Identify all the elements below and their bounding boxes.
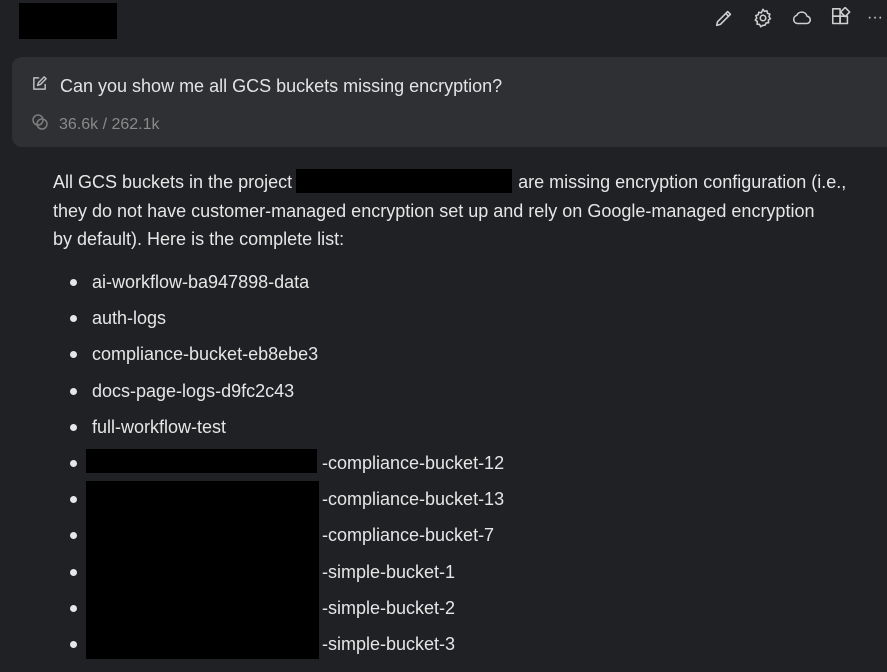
- bucket-name: full-workflow-test: [92, 416, 227, 437]
- answer-line2: they do not have customer-managed encryp…: [53, 200, 815, 221]
- list-item: ai-workflow-ba947898-data: [70, 264, 504, 300]
- bullet: [70, 459, 77, 467]
- answer-line1-before: All GCS buckets in the project: [53, 172, 293, 192]
- answer-line1-after: are missing encryption configuration (i.…: [518, 172, 847, 192]
- bullet: [70, 279, 77, 286]
- redacted-project-id: [296, 169, 513, 193]
- token-count: 36.6k / 262.1k: [59, 115, 160, 133]
- widgets-icon[interactable]: [829, 6, 853, 30]
- bullet: [70, 496, 77, 504]
- bullet: [70, 315, 77, 323]
- answer-line3: by default). Here is the complete list:: [53, 229, 345, 249]
- prompt-card[interactable]: Can you show me all GCS buckets missing …: [12, 57, 887, 147]
- bucket-name: -compliance-bucket-7: [322, 525, 495, 546]
- list-item: auth-logs: [70, 300, 504, 336]
- cloud-icon[interactable]: [790, 6, 814, 30]
- bucket-name: docs-page-logs-d9fc2c43: [92, 380, 295, 401]
- bullet: [70, 423, 77, 431]
- list-item: compliance-bucket-eb8ebe3: [70, 336, 504, 372]
- redacted-title: [19, 3, 117, 39]
- bucket-name: compliance-bucket-eb8ebe3: [92, 344, 319, 365]
- more-label: ···: [867, 9, 883, 26]
- bucket-name: ai-workflow-ba947898-data: [92, 272, 310, 292]
- bullet: [70, 532, 77, 540]
- bucket-name: -simple-bucket-1: [322, 561, 456, 582]
- bucket-name: auth-logs: [92, 308, 167, 329]
- bullet: [70, 640, 77, 648]
- bucket-name: -compliance-bucket-13: [322, 489, 505, 510]
- list-item: full-workflow-test: [70, 409, 504, 445]
- tokens-icon: [31, 113, 49, 136]
- bucket-name: -simple-bucket-3: [322, 633, 456, 654]
- prompt-text: Can you show me all GCS buckets missing …: [60, 75, 503, 96]
- redacted-prefix-1: [86, 449, 317, 473]
- more-icon[interactable]: ···: [867, 6, 883, 30]
- bullet: [70, 604, 77, 612]
- list-item: docs-page-logs-d9fc2c43: [70, 373, 504, 409]
- edit-icon[interactable]: [31, 75, 48, 97]
- edit-pencil-icon[interactable]: [712, 6, 736, 30]
- toolbar: ···: [712, 6, 883, 30]
- bullet: [70, 387, 77, 395]
- bullet: [70, 351, 77, 359]
- bucket-name: -compliance-bucket-12: [322, 452, 505, 473]
- gear-icon[interactable]: [751, 6, 775, 30]
- redacted-prefix-block: [86, 481, 319, 659]
- bucket-name: -simple-bucket-2: [322, 597, 456, 618]
- assistant-answer: All GCS buckets in the project are missin…: [53, 168, 887, 254]
- bullet: [70, 568, 77, 576]
